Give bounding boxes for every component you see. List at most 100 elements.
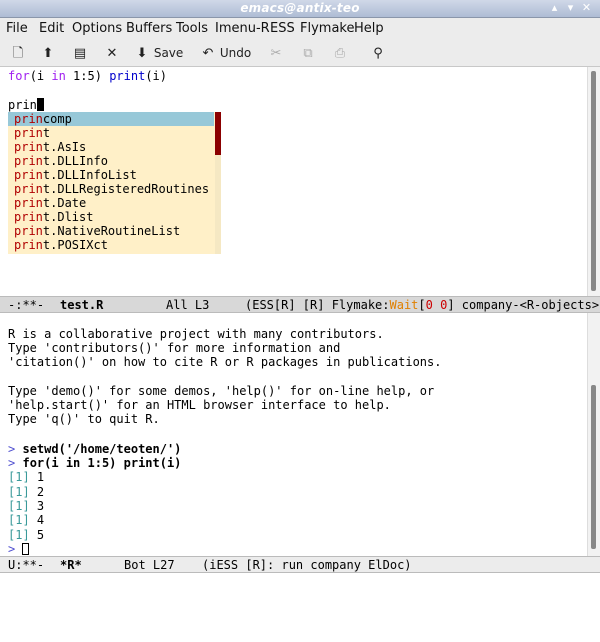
close-buffer-button[interactable]: ✕ (104, 43, 120, 63)
toolbar: 🗋 ⬆ ▤ ✕ ⬇ Save ↶ Undo ✂ ⧉ ⎙ ⚲ (0, 39, 600, 67)
keyword-for: for (8, 69, 30, 83)
completion-match: prin (14, 182, 43, 196)
code-fragment: (i) (145, 69, 167, 83)
menu-options[interactable]: Options (72, 21, 122, 36)
output-value: 2 (36, 485, 45, 499)
code-fragment: 1:5) (65, 69, 110, 83)
editor-scrollbar[interactable] (587, 67, 600, 296)
undo-icon: ↶ (202, 46, 214, 61)
menu-file[interactable]: File (6, 21, 28, 36)
scrollbar-thumb[interactable] (591, 71, 596, 291)
modeline-modes[interactable]: (iESS [R]: run company ElDoc) (202, 557, 412, 574)
output-index: [1] (8, 513, 30, 527)
minimize-icon[interactable]: ▴ (548, 2, 561, 15)
completion-match: prin (14, 196, 43, 210)
completion-match: prin (14, 168, 43, 182)
modeline-company: company-<R-objects> (454, 298, 600, 312)
completion-rest: t.AsIs (42, 140, 87, 154)
scissors-icon: ✂ (270, 46, 282, 61)
output-value: 4 (36, 513, 45, 527)
output-index: [1] (8, 528, 30, 542)
repl-banner-line: Type 'contributors()' for more informati… (8, 341, 341, 355)
completion-item[interactable]: print.DLLRegisteredRoutines (8, 182, 214, 196)
completion-item[interactable]: print.NativeRoutineList (8, 224, 214, 238)
repl-banner-line: Type 'demo()' for some demos, 'help()' f… (8, 384, 435, 398)
menu-bar: File Edit Options Buffers Tools Imenu-R … (0, 18, 600, 39)
paste-button[interactable]: ⎙ (332, 43, 348, 63)
output-value: 1 (36, 470, 45, 484)
window-titlebar[interactable]: emacs@antix-teo ▴ ▾ ✕ (0, 0, 600, 18)
text-cursor (36, 98, 44, 111)
menu-edit[interactable]: Edit (39, 21, 64, 36)
open-file-button[interactable]: ⬆ (40, 43, 56, 63)
completion-match: prin (14, 140, 43, 154)
menu-ess[interactable]: ESS (270, 21, 295, 36)
repl-banner-line: R is a collaborative project with many c… (8, 327, 384, 341)
repl-scrollbar[interactable] (587, 313, 600, 556)
modeline-modes[interactable]: (ESS[R] [R] Flymake:Wait[0 0] company-<R… (245, 297, 599, 314)
repl-buffer[interactable]: R is a collaborative project with many c… (0, 313, 588, 556)
upload-icon: ⬆ (42, 46, 54, 61)
menu-help[interactable]: Help (354, 21, 384, 36)
completion-item[interactable]: print.Date (8, 196, 214, 210)
repl-banner-line: 'citation()' on how to cite R or R packa… (8, 355, 442, 369)
completion-item[interactable]: print.AsIs (8, 140, 214, 154)
completion-match: prin (14, 112, 43, 126)
typed-text: prin (8, 98, 37, 112)
menu-tools[interactable]: Tools (176, 21, 208, 36)
window-title: emacs@antix-teo (240, 1, 360, 15)
completion-rest: t.DLLRegisteredRoutines (42, 182, 210, 196)
modeline-buffer-name[interactable]: *R* (60, 557, 82, 574)
code-line-1: for(i in 1:5) print(i) (8, 69, 167, 83)
save-button[interactable]: ⬇ Save (134, 43, 184, 63)
repl-prompt: > (8, 542, 16, 556)
completion-rest: t.NativeRoutineList (42, 224, 181, 238)
completion-item[interactable]: print.DLLInfoList (8, 168, 214, 182)
completion-scrollbar[interactable] (215, 112, 221, 254)
modeline-repl[interactable]: U:**- *R* Bot L27 (iESS [R]: run company… (0, 556, 600, 573)
undo-button[interactable]: ↶ Undo (200, 43, 252, 63)
new-file-icon: 🗋 (12, 46, 24, 61)
modeline-editor[interactable]: -:**- test.R All L3 (ESS[R] [R] Flymake:… (0, 296, 600, 313)
output-value: 5 (36, 528, 45, 542)
copy-icon: ⧉ (303, 46, 313, 61)
copy-button[interactable]: ⧉ (300, 43, 316, 63)
cut-button[interactable]: ✂ (268, 43, 284, 63)
new-file-button[interactable]: 🗋 (10, 43, 26, 63)
clipboard-icon: ⎙ (334, 46, 346, 61)
maximize-icon[interactable]: ▾ (564, 2, 577, 15)
echo-area (0, 573, 600, 586)
completion-rest: t.Date (42, 196, 87, 210)
completion-match: prin (14, 238, 43, 252)
repl-command: > setwd('/home/teoten/') (8, 442, 181, 456)
repl-output: [1] 3 (8, 499, 44, 513)
code-line-3: prin (8, 98, 44, 112)
undo-label: Undo (219, 46, 252, 60)
scrollbar-thumb[interactable] (591, 385, 596, 549)
search-button[interactable]: ⚲ (370, 43, 386, 63)
menu-flymake[interactable]: Flymake (300, 21, 354, 36)
completion-scrollbar-thumb[interactable] (215, 112, 221, 155)
dired-button[interactable]: ▤ (72, 43, 88, 63)
menu-buffers[interactable]: Buffers (126, 21, 172, 36)
repl-prompt: > (8, 456, 16, 470)
completion-match: prin (14, 126, 43, 140)
close-icon: ✕ (106, 46, 118, 61)
completion-rest: comp (42, 112, 72, 126)
modeline-buffer-name[interactable]: test.R (60, 297, 103, 314)
menu-imenu-r[interactable]: Imenu-R (215, 21, 270, 36)
completion-item[interactable]: print.DLLInfo (8, 154, 214, 168)
output-index: [1] (8, 470, 30, 484)
repl-output: [1] 5 (8, 528, 44, 542)
modeline-modes-text: (ESS[R] [R] Flymake: (245, 298, 390, 312)
repl-output: [1] 4 (8, 513, 44, 527)
completion-popup: princomp print print.AsIs print.DLLInfo … (8, 112, 221, 254)
repl-command-text: for(i in 1:5) print(i) (22, 456, 182, 470)
close-icon[interactable]: ✕ (580, 2, 593, 15)
bracket: ] (447, 298, 455, 312)
completion-item[interactable]: print (8, 126, 214, 140)
completion-item[interactable]: print.Dlist (8, 210, 214, 224)
completion-item[interactable]: princomp (8, 112, 214, 126)
completion-item[interactable]: print.POSIXct (8, 238, 214, 252)
repl-input-line[interactable]: > (8, 542, 30, 556)
